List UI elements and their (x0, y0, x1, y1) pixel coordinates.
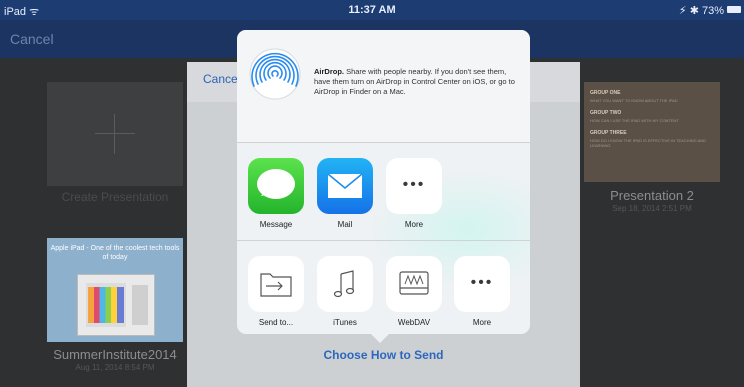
slide-subtext: HOW CAN I USE THE IPAD WITH MY CONTENT (590, 118, 679, 123)
summer-institute-date: Aug 11, 2014 8:54 PM (75, 363, 155, 372)
battery-status: ⚡︎ ✱ 73% (678, 5, 724, 17)
slide-heading: GROUP THREE (590, 130, 627, 136)
message-icon (257, 169, 295, 199)
share-popover: AirDrop. Share with people nearby. If yo… (237, 30, 530, 334)
nav-cancel-button[interactable]: Cancel (10, 31, 54, 47)
slide-heading: GROUP TWO (590, 110, 622, 116)
summer-institute-title: SummerInstitute2014 (53, 347, 177, 362)
send-to-label: Send to... (258, 318, 294, 327)
divider (237, 240, 530, 241)
webdav-label: WebDAV (397, 318, 431, 327)
airdrop-section[interactable]: AirDrop. Share with people nearby. If yo… (237, 30, 530, 142)
webdav-drive-icon (399, 271, 429, 295)
slide-heading: GROUP ONE (590, 90, 621, 96)
webdav-button[interactable] (386, 256, 442, 312)
airdrop-body: Share with people nearby. If you don't s… (314, 67, 515, 96)
more-actions-label: More (472, 318, 492, 327)
folder-send-icon (260, 273, 292, 297)
more-actions-button[interactable]: ••• (454, 256, 510, 312)
airdrop-description: AirDrop. Share with people nearby. If yo… (314, 67, 524, 97)
share-more-apps-button[interactable]: ••• (386, 158, 442, 214)
music-note-icon (333, 270, 355, 298)
slide-subtext: WHAT YOU WANT TO KNOW ABOUT THE IPAD (590, 98, 678, 103)
status-time: 11:37 AM (348, 4, 396, 16)
plus-icon (95, 133, 135, 134)
send-to-button[interactable] (248, 256, 304, 312)
presentation-2-title: Presentation 2 (610, 188, 694, 203)
mail-icon (327, 173, 363, 198)
presentation-2-date: Sep 18, 2014 2:51 PM (612, 204, 692, 213)
battery-icon (727, 6, 741, 13)
airdrop-icon (249, 48, 301, 100)
mail-label: Mail (337, 220, 353, 229)
sheet-cancel-button[interactable]: Cance (203, 72, 238, 86)
share-message-button[interactable] (248, 158, 304, 214)
ipad-image (77, 274, 155, 336)
more-icon: ••• (402, 176, 426, 193)
status-bar: iPad ᯤ 11:37 AM ⚡︎ ✱ 73% (0, 0, 744, 20)
more-apps-label: More (404, 220, 424, 229)
message-label: Message (259, 220, 293, 229)
create-presentation-label: Create Presentation (61, 190, 169, 204)
divider (237, 142, 530, 143)
popover-arrow (370, 333, 390, 343)
slide-subtext: HOW DO I KNOW THE IPAD IS EFFECTIVE IN T… (590, 138, 707, 148)
summer-institute-thumbnail[interactable]: Apple iPad - One of the coolest tech too… (47, 238, 183, 342)
create-presentation-tile[interactable] (47, 82, 183, 186)
itunes-label: iTunes (333, 318, 357, 327)
share-mail-button[interactable] (317, 158, 373, 214)
slide-title: Apple iPad - One of the coolest tech too… (50, 245, 180, 261)
itunes-button[interactable] (317, 256, 373, 312)
more-icon: ••• (470, 274, 494, 291)
choose-how-to-send-label: Choose How to Send (323, 348, 444, 362)
presentation-2-thumbnail[interactable]: GROUP ONE WHAT YOU WANT TO KNOW ABOUT TH… (584, 82, 720, 182)
airdrop-title: AirDrop. (314, 67, 344, 76)
